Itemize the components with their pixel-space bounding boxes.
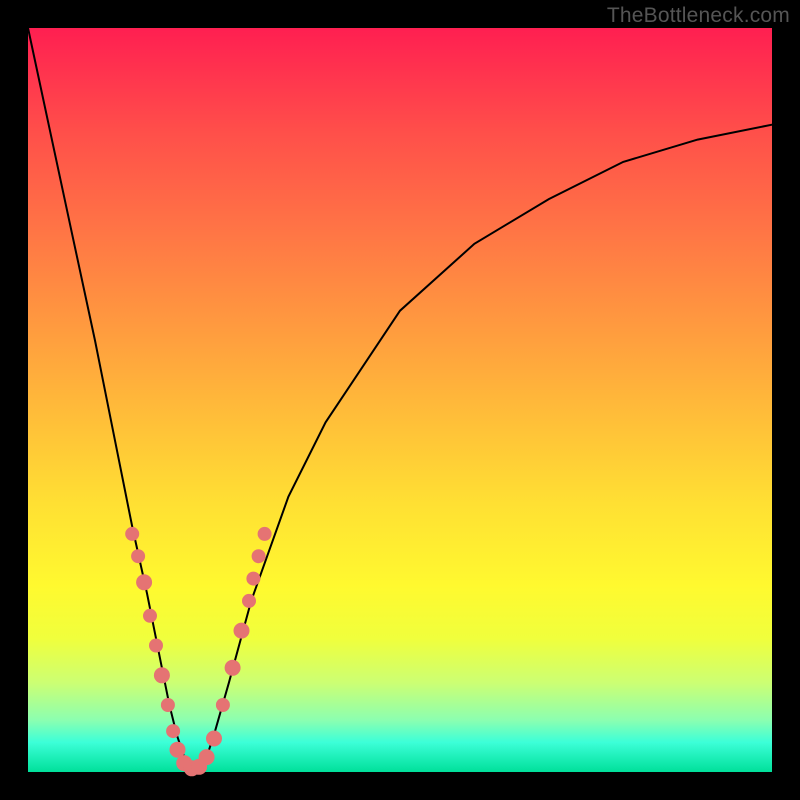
bead-marker [234,623,250,639]
bead-marker [154,667,170,683]
bead-marker [242,594,256,608]
bead-marker [131,549,145,563]
bead-marker [199,749,215,765]
plot-area [28,28,772,772]
bead-marker [166,724,180,738]
watermark-text: TheBottleneck.com [607,4,790,28]
chart-frame: TheBottleneck.com [0,0,800,800]
curve-svg [28,28,772,772]
bead-marker [216,698,230,712]
bead-marker [125,527,139,541]
bead-marker [206,731,222,747]
bead-marker [225,660,241,676]
bead-marker [149,639,163,653]
bead-marker [136,574,152,590]
bead-marker [258,527,272,541]
bead-marker [143,609,157,623]
bead-markers [125,527,271,776]
bottleneck-curve [28,28,772,772]
bead-marker [246,572,260,586]
bead-marker [252,549,266,563]
bead-marker [161,698,175,712]
